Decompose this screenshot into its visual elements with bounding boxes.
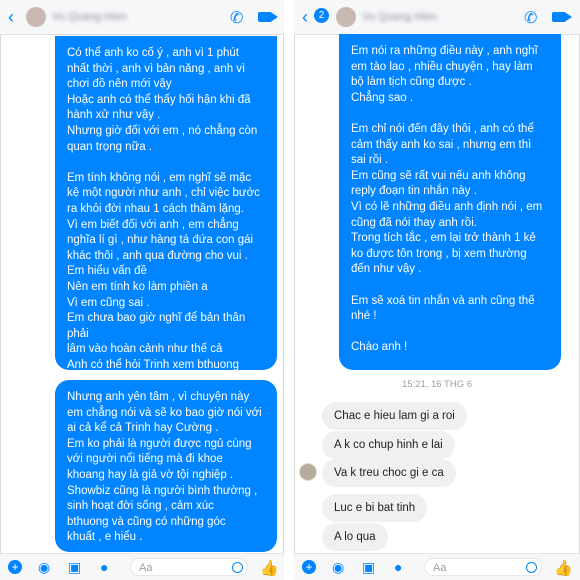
camera-icon[interactable]: ◉: [38, 560, 50, 574]
emoji-icon[interactable]: [526, 562, 537, 573]
chat-header: ‹ 2 Vu Quang Hien ✆: [294, 0, 580, 35]
message-bubble-received: A lo qua: [322, 523, 388, 551]
contact-avatar[interactable]: [26, 7, 46, 27]
video-call-icon[interactable]: [258, 12, 272, 22]
chat-header: ‹ Vu Quang Hien ✆: [0, 0, 284, 35]
right-chat-panel: ‹ 2 Vu Quang Hien ✆ Em nói ra những điều…: [294, 0, 580, 580]
back-icon[interactable]: ‹: [8, 8, 14, 26]
plus-icon[interactable]: +: [8, 560, 22, 574]
message-bubble-received: Va k treu choc gi e ca: [322, 459, 456, 487]
image-icon[interactable]: ▣: [68, 560, 81, 574]
contact-avatar[interactable]: [336, 7, 356, 27]
message-bubble-sent: Nhưng anh yên tâm , vì chuyện này em chẳ…: [55, 380, 277, 552]
message-bubble-received: A k co chup hinh e lai: [322, 431, 455, 459]
thumbs-up-icon[interactable]: 👍: [260, 559, 279, 577]
message-bubble-sent: Có thể anh ko cố ý , anh vì 1 phút nhất …: [55, 36, 277, 386]
image-icon[interactable]: ▣: [362, 560, 375, 574]
camera-icon[interactable]: ◉: [332, 560, 344, 574]
sender-avatar[interactable]: [299, 463, 317, 481]
message-input-placeholder: Aa: [139, 562, 153, 574]
video-call-icon[interactable]: [552, 12, 566, 22]
message-input[interactable]: Aa: [424, 558, 542, 576]
phone-icon[interactable]: ✆: [524, 8, 537, 28]
back-icon[interactable]: ‹: [302, 8, 308, 26]
microphone-icon[interactable]: ●: [394, 560, 402, 574]
unread-badge: 2: [314, 8, 329, 23]
message-input-placeholder: Aa: [433, 562, 447, 574]
contact-name[interactable]: Vu Quang Hien: [52, 11, 127, 23]
left-chat-panel: ‹ Vu Quang Hien ✆ Có thể anh ko cố ý , a…: [0, 0, 284, 580]
thumbs-up-icon[interactable]: 👍: [554, 559, 573, 577]
microphone-icon[interactable]: ●: [100, 560, 108, 574]
phone-icon[interactable]: ✆: [230, 8, 243, 28]
message-timestamp: 15:21, 16 THG 6: [401, 379, 473, 390]
message-bubble-received: Luc e bi bat tinh: [322, 494, 428, 522]
composer-bar: + ◉ ▣ ● Aa 👍: [294, 553, 580, 580]
emoji-icon[interactable]: [232, 562, 243, 573]
composer-bar: + ◉ ▣ ● Aa 👍: [0, 553, 284, 580]
message-bubble-received: Chac e hieu lam gi a roi: [322, 402, 467, 430]
message-input[interactable]: Aa: [130, 558, 248, 576]
plus-icon[interactable]: +: [302, 560, 316, 574]
panel-divider: [284, 0, 294, 580]
message-bubble-sent: Em nói ra những điều này , anh nghĩ em t…: [339, 34, 561, 370]
contact-name[interactable]: Vu Quang Hien: [362, 11, 437, 23]
